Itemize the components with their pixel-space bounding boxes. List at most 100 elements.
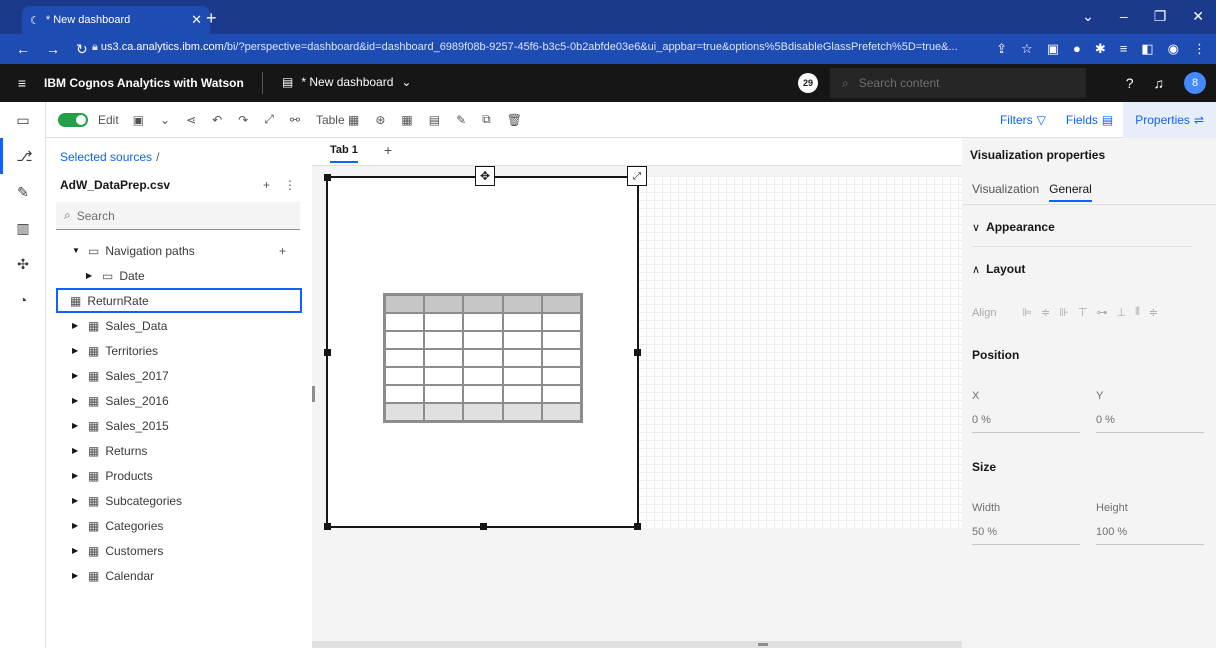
- sidebar-icon[interactable]: ◧: [1141, 41, 1153, 57]
- tree-item-table[interactable]: ▶ ▦ Sales_2015: [56, 413, 302, 438]
- add-tab-icon[interactable]: +: [384, 142, 392, 158]
- tab-general[interactable]: General: [1049, 182, 1092, 202]
- minimize-icon[interactable]: –: [1120, 8, 1128, 25]
- fields-button[interactable]: Fields ▤: [1056, 102, 1123, 138]
- resize-handle-se[interactable]: [634, 523, 641, 530]
- expand-icon[interactable]: ⤢: [264, 112, 274, 127]
- help-icon[interactable]: ?: [1126, 75, 1134, 91]
- tree-item-table[interactable]: ▶ ▦ Calendar: [56, 563, 302, 588]
- puzzle-icon[interactable]: ✱: [1095, 41, 1106, 57]
- appearance-section[interactable]: ∨ Appearance: [972, 220, 1055, 234]
- new-tab-button[interactable]: +: [206, 8, 217, 29]
- tree-item-returnrate[interactable]: ▦ ReturnRate: [56, 288, 302, 313]
- resize-handle-nw[interactable]: [324, 174, 331, 181]
- y-position-field[interactable]: 0 %: [1096, 414, 1204, 433]
- table-options-icon[interactable]: ▤: [429, 113, 440, 127]
- resize-handle-s[interactable]: [480, 523, 487, 530]
- x-position-field[interactable]: 0 %: [972, 414, 1080, 433]
- tree-item-table[interactable]: ▶ ▦ Sales_2017: [56, 363, 302, 388]
- tree-item-table[interactable]: ▶ ▦ Sales_Data: [56, 313, 302, 338]
- tree-item-navigation-paths[interactable]: ▼ ▭ Navigation paths +: [56, 238, 302, 263]
- add-navigation-path-icon[interactable]: +: [279, 244, 286, 258]
- properties-button[interactable]: Properties ⇌: [1123, 102, 1216, 138]
- data-sources-icon[interactable]: ⎇: [0, 138, 46, 174]
- duplicate-icon[interactable]: ⧉: [482, 112, 491, 127]
- notification-badge[interactable]: 29: [798, 73, 818, 93]
- url-field[interactable]: 🔒︎ us3.ca.analytics.ibm.com/bi/?perspect…: [92, 41, 972, 54]
- save-icon[interactable]: ▣: [133, 113, 144, 127]
- align-middle-icon[interactable]: ⊶: [1096, 306, 1107, 319]
- pin-icon[interactable]: ✎: [456, 113, 466, 127]
- dashboard-switcher[interactable]: ▤ * New dashboard ⌄: [282, 75, 411, 89]
- profile-icon[interactable]: ◉: [1168, 41, 1179, 57]
- tree-item-table[interactable]: ▶ ▦ Returns: [56, 438, 302, 463]
- browser-tab[interactable]: ☾ * New dashboard ✕: [22, 6, 210, 34]
- tab-visualization[interactable]: Visualization: [972, 182, 1039, 202]
- edit-toggle[interactable]: [58, 112, 88, 127]
- share-icon[interactable]: ⇪: [996, 41, 1007, 57]
- resize-handle-sw[interactable]: [324, 523, 331, 530]
- panel-resize-handle[interactable]: [312, 386, 315, 402]
- visualizations-icon[interactable]: ▥: [0, 210, 46, 246]
- share-icon[interactable]: ⋖: [186, 113, 196, 127]
- tree-item-table[interactable]: ▶ ▦ Subcategories: [56, 488, 302, 513]
- align-top-icon[interactable]: ⊤: [1078, 306, 1088, 319]
- bookmark-star-icon[interactable]: ☆: [1021, 41, 1033, 57]
- resize-handle-w[interactable]: [324, 349, 331, 356]
- notifications-bell-icon[interactable]: ♫: [1154, 75, 1165, 91]
- tree-item-table[interactable]: ▶ ▦ Categories: [56, 513, 302, 538]
- filters-button[interactable]: Filters ▽: [990, 102, 1056, 138]
- align-bottom-icon[interactable]: ⊥: [1116, 306, 1126, 319]
- distribute-vertical-icon[interactable]: ≑: [1149, 306, 1158, 319]
- chevron-down-icon[interactable]: ⌄: [160, 113, 170, 127]
- breadcrumb-selected-sources[interactable]: Selected sources: [60, 150, 152, 164]
- maximize-icon[interactable]: ❐: [1154, 8, 1167, 25]
- tree-item-table[interactable]: ▶ ▦ Territories: [56, 338, 302, 363]
- horizontal-scrollbar[interactable]: [312, 641, 962, 648]
- forward-icon[interactable]: →: [46, 41, 60, 58]
- undo-icon[interactable]: ↶: [212, 113, 222, 127]
- reload-icon[interactable]: ↻: [76, 41, 88, 58]
- resize-handle-e[interactable]: [634, 349, 641, 356]
- menu-dots-icon[interactable]: ⋮: [1193, 41, 1206, 57]
- avatar[interactable]: 8: [1184, 72, 1206, 94]
- close-window-icon[interactable]: ✕: [1192, 8, 1204, 25]
- widgets-icon[interactable]: ✣: [0, 246, 46, 282]
- tab-1[interactable]: Tab 1: [330, 144, 358, 163]
- reading-list-icon[interactable]: ≡: [1120, 41, 1128, 57]
- color-palette-icon[interactable]: ⊛: [375, 113, 385, 127]
- source-overflow-icon[interactable]: ⋮: [284, 178, 296, 192]
- width-field[interactable]: 50 %: [972, 526, 1080, 545]
- add-source-icon[interactable]: +: [263, 178, 270, 192]
- align-right-icon[interactable]: ⊪: [1059, 306, 1069, 319]
- table-grid-icon[interactable]: ▦: [401, 113, 412, 127]
- search-content-field[interactable]: ⌕ Search content: [830, 68, 1086, 98]
- pin-icon[interactable]: ✎: [0, 174, 46, 210]
- tree-item-table[interactable]: ▶ ▦ Customers: [56, 538, 302, 563]
- align-center-icon[interactable]: ≑: [1041, 306, 1050, 319]
- data-mapping-icon[interactable]: ⚯: [290, 113, 300, 127]
- back-icon[interactable]: ←: [16, 41, 30, 58]
- redo-icon[interactable]: ↷: [238, 113, 248, 127]
- table-widget[interactable]: ✥ ⤢: [324, 166, 647, 530]
- comment-icon[interactable]: ▭: [0, 102, 46, 138]
- assistant-icon[interactable]: ◔: [0, 282, 46, 318]
- visualization-type-button[interactable]: Table ▦: [316, 113, 359, 127]
- hamburger-menu-icon[interactable]: ≡: [0, 75, 44, 91]
- extension-red-icon[interactable]: ●: [1073, 41, 1081, 57]
- tree-item-date[interactable]: ▶ ▭ Date: [56, 263, 302, 288]
- distribute-horizontal-icon[interactable]: ⫴: [1135, 306, 1140, 319]
- layout-section[interactable]: ∧ Layout: [972, 262, 1025, 276]
- height-field[interactable]: 100 %: [1096, 526, 1204, 545]
- expand-widget-icon[interactable]: ⤢: [627, 166, 647, 186]
- breadcrumb[interactable]: Selected sources /: [60, 150, 159, 164]
- close-tab-icon[interactable]: ✕: [191, 12, 202, 28]
- tab-list-icon[interactable]: ⌄: [1082, 8, 1094, 25]
- tree-item-table[interactable]: ▶ ▦ Products: [56, 463, 302, 488]
- tree-item-table[interactable]: ▶ ▦ Sales_2016: [56, 388, 302, 413]
- align-left-icon[interactable]: ⊫: [1022, 306, 1032, 319]
- extension-icon[interactable]: ▣: [1047, 41, 1059, 57]
- move-widget-icon[interactable]: ✥: [475, 166, 495, 186]
- delete-icon[interactable]: 🗑︎: [507, 113, 522, 127]
- source-search-input[interactable]: ⌕ Search: [56, 202, 300, 230]
